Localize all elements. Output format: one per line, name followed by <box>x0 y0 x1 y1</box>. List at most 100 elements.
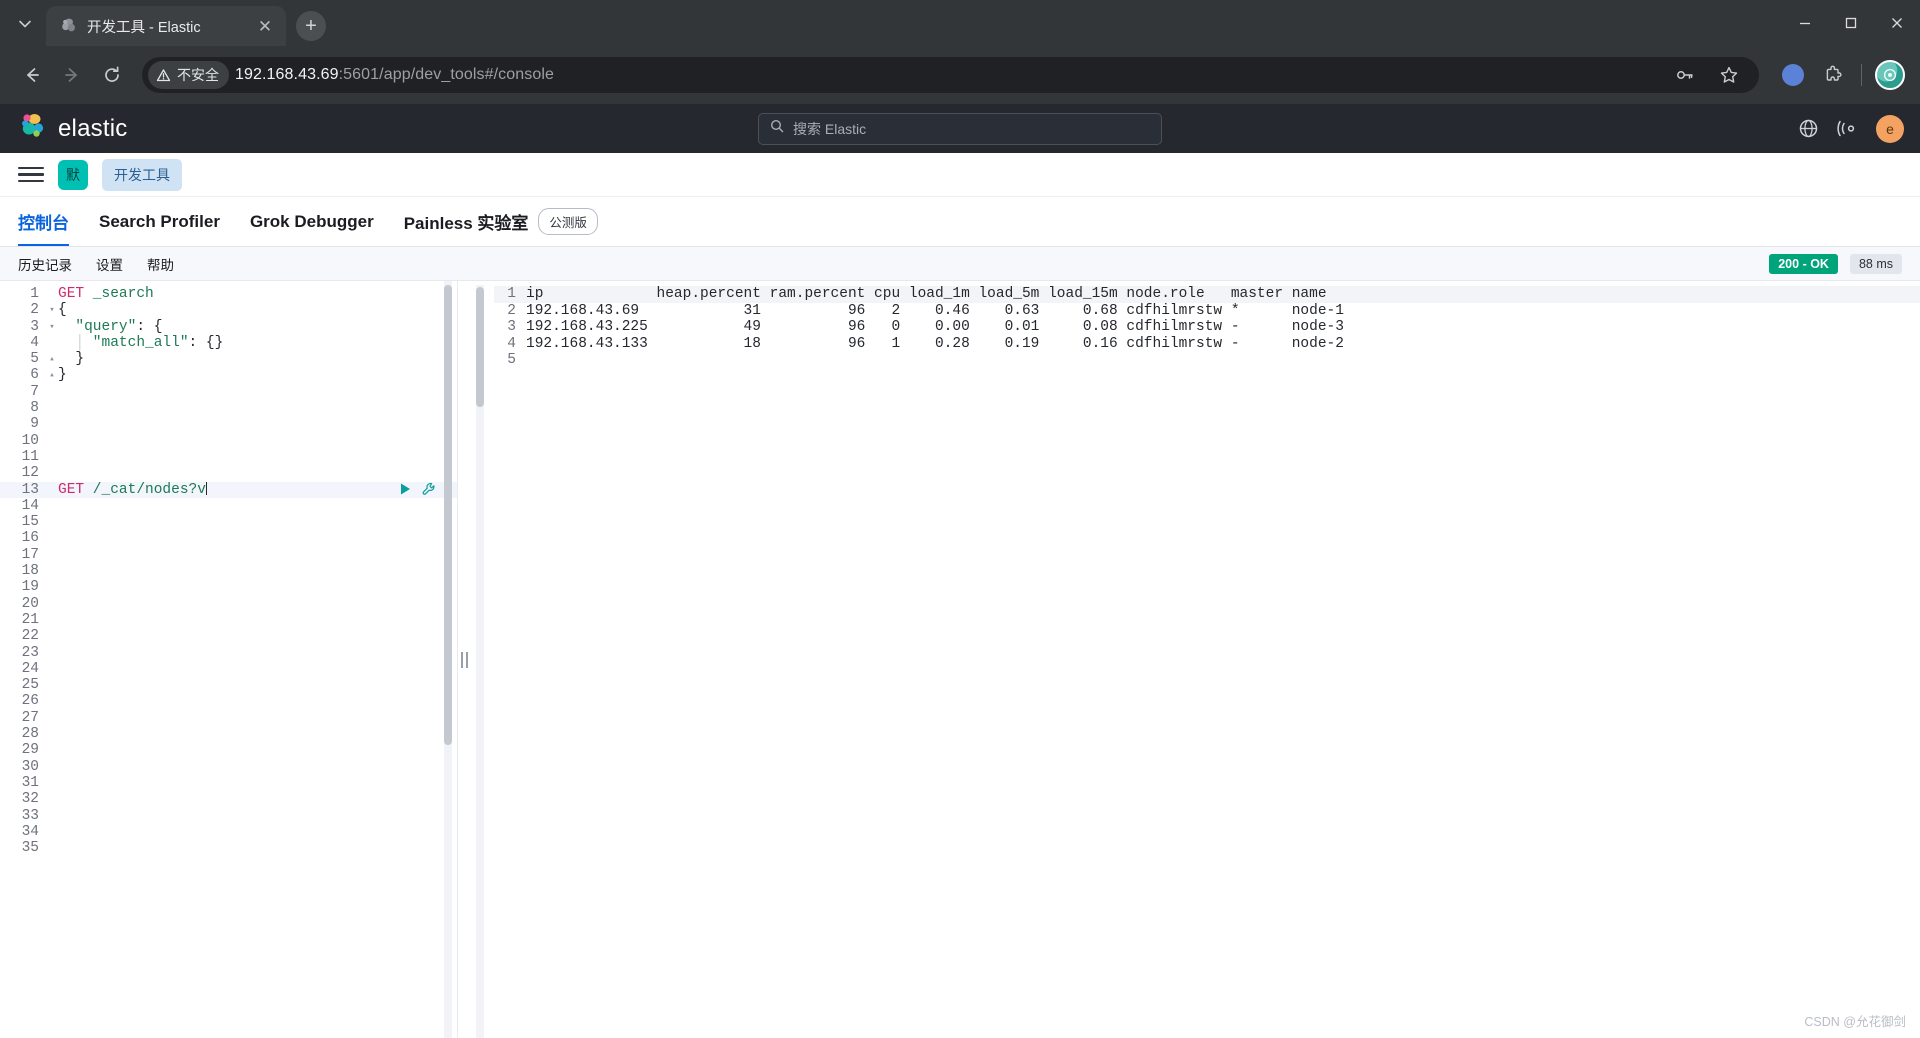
editor-line[interactable]: 26 <box>0 693 457 709</box>
user-avatar[interactable]: e <box>1876 114 1904 143</box>
editor-line[interactable]: 30 <box>0 759 457 775</box>
response-line: 1 ip heap.percent ram.percent cpu load_1m… <box>494 286 1920 303</box>
browser-chrome: 开发工具 - Elastic ✕ + 不安全 192.168.43.69:560… <box>0 0 1920 104</box>
editor-line[interactable]: 2 ▾{ <box>0 302 457 318</box>
code-text: } <box>58 367 67 384</box>
url-text: 192.168.43.69:5601/app/dev_tools#/consol… <box>235 66 554 84</box>
fold-toggle-icon[interactable]: ▴ <box>46 367 58 383</box>
tab-painless-lab[interactable]: Painless 实验室 公测版 <box>404 197 598 246</box>
breadcrumb-current[interactable]: 开发工具 <box>102 158 182 191</box>
editor-line[interactable]: 20 <box>0 596 457 612</box>
editor-line[interactable]: 31 <box>0 775 457 791</box>
response-output-pane[interactable]: 1 ip heap.percent ram.percent cpu load_1m… <box>470 281 1920 1038</box>
password-key-icon[interactable] <box>1669 59 1701 91</box>
code-text: { <box>58 302 67 319</box>
editor-line[interactable]: 25 <box>0 677 457 693</box>
editor-line[interactable]: 28 <box>0 726 457 742</box>
line-number: 3 <box>30 318 39 335</box>
console-toolbar: 历史记录 设置 帮助 200 - OK 88 ms <box>0 247 1920 281</box>
editor-line[interactable]: 22 <box>0 628 457 644</box>
global-search-input[interactable]: 搜索 Elastic <box>758 112 1162 145</box>
editor-line[interactable]: 15 <box>0 514 457 530</box>
pane-splitter-handle[interactable] <box>458 281 470 1038</box>
editor-line[interactable]: 5 ▴ } <box>0 351 457 367</box>
profile-avatar[interactable] <box>1874 59 1906 91</box>
editor-line[interactable]: 1 GET _search <box>0 286 457 302</box>
browser-tab[interactable]: 开发工具 - Elastic ✕ <box>46 6 286 46</box>
help-button[interactable]: 帮助 <box>147 254 174 274</box>
response-status-group: 200 - OK 88 ms <box>1769 253 1902 274</box>
output-scrollbar-thumb[interactable] <box>476 287 484 407</box>
editor-line[interactable]: 34 <box>0 824 457 840</box>
editor-line[interactable]: 19 <box>0 579 457 595</box>
elastic-brand[interactable]: elastic <box>18 111 127 146</box>
editor-line[interactable]: 11 <box>0 449 457 465</box>
response-line-number: 3 <box>507 319 516 336</box>
response-line-number: 5 <box>507 352 516 369</box>
editor-line[interactable]: 13 GET /_cat/nodes?v <box>0 481 457 498</box>
space-badge[interactable]: 默 <box>58 159 88 190</box>
forward-icon[interactable] <box>54 57 90 93</box>
tab-console[interactable]: 控制台 <box>18 197 69 246</box>
tab-search-button[interactable] <box>8 4 42 44</box>
editor-line[interactable]: 27 <box>0 710 457 726</box>
response-line-text: 192.168.43.69 31 96 2 0.46 0.63 0.68 cdf… <box>526 302 1344 319</box>
editor-line[interactable]: 6 ▴} <box>0 367 457 383</box>
extension-badge-icon[interactable] <box>1777 59 1809 91</box>
line-number: 25 <box>21 677 39 694</box>
history-button[interactable]: 历史记录 <box>18 254 72 274</box>
line-number: 19 <box>21 579 39 596</box>
editor-line[interactable]: 35 <box>0 840 457 856</box>
editor-line[interactable]: 24 <box>0 661 457 677</box>
text-caret <box>205 481 207 495</box>
maximize-icon[interactable] <box>1828 0 1874 46</box>
fold-toggle-icon[interactable]: ▾ <box>46 319 58 335</box>
editor-line[interactable]: 29 <box>0 742 457 758</box>
close-window-icon[interactable] <box>1874 0 1920 46</box>
menu-hamburger-icon[interactable] <box>18 166 44 183</box>
security-status-chip[interactable]: 不安全 <box>148 61 229 89</box>
editor-line[interactable]: 3 ▾ "query": { <box>0 319 457 335</box>
elastic-wordmark: elastic <box>58 114 128 142</box>
editor-line[interactable]: 17 <box>0 547 457 563</box>
extensions-puzzle-icon[interactable] <box>1817 59 1849 91</box>
editor-line[interactable]: 7 <box>0 384 457 400</box>
code-text: GET _search <box>58 286 154 302</box>
search-icon <box>770 119 784 138</box>
request-editor[interactable]: 1 GET _search 2 ▾{3 ▾ "query": {4 │ "match_a… <box>0 281 457 856</box>
news-feed-icon[interactable] <box>1837 118 1858 139</box>
new-tab-button[interactable]: + <box>296 11 326 41</box>
reload-icon[interactable] <box>94 57 130 93</box>
fold-toggle-icon[interactable]: ▴ <box>46 351 58 367</box>
back-icon[interactable] <box>14 57 50 93</box>
editor-line[interactable]: 16 <box>0 530 457 546</box>
bookmark-star-icon[interactable] <box>1713 59 1745 91</box>
line-number: 29 <box>21 742 39 759</box>
editor-line[interactable]: 23 <box>0 645 457 661</box>
line-number: 15 <box>21 514 39 531</box>
editor-line[interactable]: 12 <box>0 465 457 481</box>
tab-search-profiler[interactable]: Search Profiler <box>99 197 220 246</box>
response-line-text: 192.168.43.133 18 96 1 0.28 0.19 0.16 cd… <box>526 335 1344 352</box>
tab-close-icon[interactable]: ✕ <box>254 18 276 35</box>
fold-toggle-icon[interactable]: ▾ <box>46 302 58 318</box>
line-number: 22 <box>21 628 39 645</box>
editor-scrollbar-thumb[interactable] <box>444 285 452 745</box>
tab-grok-debugger[interactable]: Grok Debugger <box>250 197 374 246</box>
editor-line[interactable]: 10 <box>0 433 457 449</box>
request-editor-pane[interactable]: 1 GET _search 2 ▾{3 ▾ "query": {4 │ "match_a… <box>0 281 458 1038</box>
line-number: 7 <box>30 383 39 400</box>
minimize-icon[interactable] <box>1782 0 1828 46</box>
address-bar[interactable]: 不安全 192.168.43.69:5601/app/dev_tools#/co… <box>142 57 1759 93</box>
editor-line[interactable]: 21 <box>0 612 457 628</box>
editor-line[interactable]: 8 <box>0 400 457 416</box>
settings-button[interactable]: 设置 <box>96 254 123 274</box>
line-number: 30 <box>21 758 39 775</box>
deployment-icon[interactable] <box>1798 118 1819 139</box>
editor-line[interactable]: 14 <box>0 498 457 514</box>
editor-line[interactable]: 32 <box>0 791 457 807</box>
editor-line[interactable]: 33 <box>0 808 457 824</box>
editor-line[interactable]: 18 <box>0 563 457 579</box>
editor-line[interactable]: 9 <box>0 416 457 432</box>
editor-line[interactable]: 4 │ "match_all": {} <box>0 335 457 351</box>
